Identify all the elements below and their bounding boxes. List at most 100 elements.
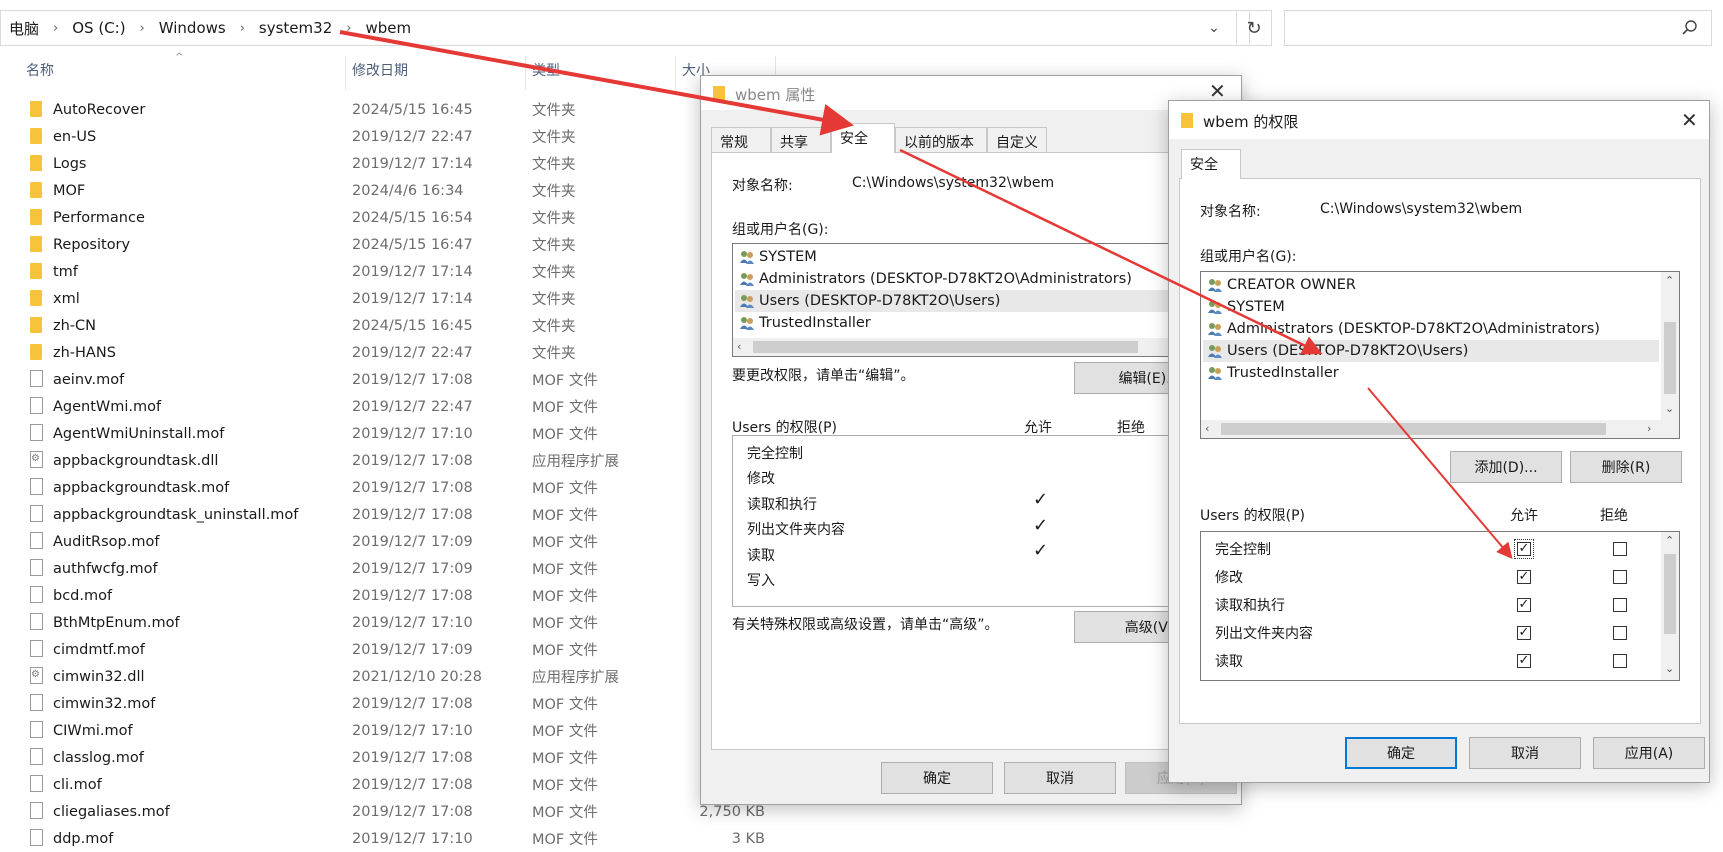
allow-checkbox[interactable]: ✓ xyxy=(1517,570,1531,584)
tab-customize[interactable]: 自定义 xyxy=(987,127,1047,153)
tab-security[interactable]: 安全 xyxy=(1181,149,1241,179)
group-item[interactable]: Users (DESKTOP-D78KT2O\Users) xyxy=(735,290,1189,312)
cancel-button[interactable]: 取消 xyxy=(1469,737,1581,769)
scroll-left-icon[interactable]: ‹ xyxy=(737,340,741,353)
breadcrumb-this-pc[interactable]: 电脑 xyxy=(1,11,47,45)
deny-checkbox[interactable] xyxy=(1613,598,1627,612)
apply-button[interactable]: 应用(A) xyxy=(1593,737,1705,769)
group-item[interactable]: SYSTEM xyxy=(1203,296,1659,318)
breadcrumb-wbem[interactable]: wbem xyxy=(357,11,419,45)
group-item[interactable]: TrustedInstaller xyxy=(1203,362,1659,384)
refresh-icon[interactable]: ↻ xyxy=(1236,10,1272,46)
file-row[interactable]: appbackgroundtask.dll 2019/12/7 17:08 应用程序… xyxy=(0,447,790,474)
ok-button[interactable]: 确定 xyxy=(881,762,993,794)
column-header-date[interactable]: 修改日期 xyxy=(352,60,408,82)
permissions-titlebar[interactable]: wbem 的权限 ✕ xyxy=(1169,101,1709,139)
file-row[interactable]: appbackgroundtask_uninstall.mof 2019/12/7… xyxy=(0,501,790,528)
horizontal-scrollbar[interactable]: ‹ › xyxy=(1201,420,1679,438)
breadcrumb-system32[interactable]: system32 xyxy=(251,11,340,45)
search-icon[interactable] xyxy=(1680,18,1700,38)
file-row[interactable]: BthMtpEnum.mof 2019/12/7 17:10 MOF 文件 xyxy=(0,609,790,636)
ok-button[interactable]: 确定 xyxy=(1345,737,1457,769)
file-row[interactable]: cliegaliases.mof 2019/12/7 17:08 MOF 文件 2,7… xyxy=(0,798,790,825)
deny-checkbox[interactable] xyxy=(1613,542,1627,556)
tab-security[interactable]: 安全 xyxy=(831,123,895,153)
vertical-scrollbar[interactable]: ⌃ ⌄ xyxy=(1661,272,1679,420)
file-row[interactable]: en-US 2019/12/7 22:47 文件夹 xyxy=(0,123,790,150)
vertical-scrollbar[interactable]: ⌃ ⌄ xyxy=(1661,532,1679,680)
group-list[interactable]: SYSTEM Administrators (DESKTOP-D78KT2O\Ad… xyxy=(732,243,1192,357)
file-row[interactable]: cimwin32.dll 2021/12/10 20:28 应用程序扩展 xyxy=(0,663,790,690)
file-row[interactable]: AutoRecover 2024/5/15 16:45 文件夹 xyxy=(0,96,790,123)
file-row[interactable]: cimdmtf.mof 2019/12/7 17:09 MOF 文件 xyxy=(0,636,790,663)
group-item[interactable]: Administrators (DESKTOP-D78KT2O\Administ… xyxy=(1203,318,1659,340)
file-row[interactable]: cli.mof 2019/12/7 17:08 MOF 文件 xyxy=(0,771,790,798)
search-input[interactable] xyxy=(1284,10,1712,46)
file-row[interactable]: bcd.mof 2019/12/7 17:08 MOF 文件 xyxy=(0,582,790,609)
allow-checkbox[interactable]: ✓ xyxy=(1514,539,1534,559)
tab-previous-versions[interactable]: 以前的版本 xyxy=(895,127,987,153)
scroll-right-icon[interactable]: › xyxy=(1647,422,1651,435)
scroll-left-icon[interactable]: ‹ xyxy=(1205,422,1209,435)
scrollbar-thumb[interactable] xyxy=(753,341,1138,353)
file-row[interactable]: appbackgroundtask.mof 2019/12/7 17:08 MOF … xyxy=(0,474,790,501)
scroll-up-icon[interactable]: ⌃ xyxy=(1665,534,1674,547)
remove-button[interactable]: 删除(R) xyxy=(1570,451,1682,483)
properties-titlebar[interactable]: wbem 属性 ✕ xyxy=(701,76,1241,110)
column-header-type[interactable]: 类型 xyxy=(532,60,560,82)
column-divider[interactable] xyxy=(675,56,676,90)
file-row[interactable]: zh-HANS 2019/12/7 22:47 文件夹 xyxy=(0,339,790,366)
tab-general[interactable]: 常规 xyxy=(711,127,771,153)
group-list[interactable]: CREATOR OWNER SYSTEM Administrators (DESKT… xyxy=(1200,271,1680,439)
horizontal-scrollbar[interactable]: ‹ xyxy=(733,338,1191,356)
file-row[interactable]: zh-CN 2024/5/15 16:45 文件夹 xyxy=(0,312,790,339)
file-row[interactable]: tmf 2019/12/7 17:14 文件夹 xyxy=(0,258,790,285)
scroll-down-icon[interactable]: ⌄ xyxy=(1665,662,1674,675)
address-history-chevron-icon[interactable]: ⌄ xyxy=(1200,12,1228,44)
file-row[interactable]: ddp.mof 2019/12/7 17:10 MOF 文件 3 KB xyxy=(0,825,790,852)
add-button[interactable]: 添加(D)... xyxy=(1450,451,1562,483)
close-icon[interactable]: ✕ xyxy=(1681,108,1698,132)
file-row[interactable]: Logs 2019/12/7 17:14 文件夹 xyxy=(0,150,790,177)
address-bar[interactable]: 电脑 › OS (C:) › Windows › system32 › wbem xyxy=(0,10,1250,46)
file-row[interactable]: Performance 2024/5/15 16:54 文件夹 xyxy=(0,204,790,231)
file-row[interactable]: Repository 2024/5/15 16:47 文件夹 xyxy=(0,231,790,258)
scroll-up-icon[interactable]: ⌃ xyxy=(1665,274,1674,287)
scroll-down-icon[interactable]: ⌄ xyxy=(1665,402,1674,415)
allow-checkbox[interactable]: ✓ xyxy=(1517,654,1531,668)
group-item[interactable]: Administrators (DESKTOP-D78KT2O\Administ… xyxy=(735,268,1189,290)
file-row[interactable]: AgentWmi.mof 2019/12/7 22:47 MOF 文件 xyxy=(0,393,790,420)
file-row[interactable]: cimwin32.mof 2019/12/7 17:08 MOF 文件 xyxy=(0,690,790,717)
breadcrumb-drive[interactable]: OS (C:) xyxy=(64,11,133,45)
breadcrumb-separator-icon[interactable]: › xyxy=(234,21,251,36)
deny-checkbox[interactable] xyxy=(1613,570,1627,584)
group-item[interactable]: SYSTEM xyxy=(735,246,1189,268)
tab-sharing[interactable]: 共享 xyxy=(771,127,831,153)
file-row[interactable]: aeinv.mof 2019/12/7 17:08 MOF 文件 xyxy=(0,366,790,393)
scrollbar-thumb[interactable] xyxy=(1221,423,1606,435)
deny-checkbox[interactable] xyxy=(1613,654,1627,668)
breadcrumb-separator-icon[interactable]: › xyxy=(340,21,357,36)
breadcrumb-windows[interactable]: Windows xyxy=(151,11,234,45)
file-row[interactable]: AgentWmiUninstall.mof 2019/12/7 17:10 MOF … xyxy=(0,420,790,447)
file-row[interactable]: xml 2019/12/7 17:14 文件夹 xyxy=(0,285,790,312)
column-divider[interactable] xyxy=(525,56,526,90)
group-item[interactable]: TrustedInstaller xyxy=(735,312,1189,334)
file-row[interactable]: AuditRsop.mof 2019/12/7 17:09 MOF 文件 xyxy=(0,528,790,555)
allow-checkbox[interactable]: ✓ xyxy=(1517,626,1531,640)
group-item[interactable]: CREATOR OWNER xyxy=(1203,274,1659,296)
scrollbar-thumb[interactable] xyxy=(1664,322,1676,394)
breadcrumb-separator-icon[interactable]: › xyxy=(134,21,151,36)
scrollbar-thumb[interactable] xyxy=(1664,554,1676,634)
file-row[interactable]: authfwcfg.mof 2019/12/7 17:09 MOF 文件 xyxy=(0,555,790,582)
cancel-button[interactable]: 取消 xyxy=(1004,762,1116,794)
group-item[interactable]: Users (DESKTOP-D78KT2O\Users) xyxy=(1203,340,1659,362)
allow-checkbox[interactable]: ✓ xyxy=(1517,598,1531,612)
file-row[interactable]: classlog.mof 2019/12/7 17:08 MOF 文件 xyxy=(0,744,790,771)
breadcrumb-separator-icon[interactable]: › xyxy=(47,21,64,36)
file-row[interactable]: CIWmi.mof 2019/12/7 17:10 MOF 文件 xyxy=(0,717,790,744)
column-header-name[interactable]: 名称 xyxy=(26,60,54,82)
column-divider[interactable] xyxy=(345,56,346,90)
deny-checkbox[interactable] xyxy=(1613,626,1627,640)
file-row[interactable]: MOF 2024/4/6 16:34 文件夹 xyxy=(0,177,790,204)
